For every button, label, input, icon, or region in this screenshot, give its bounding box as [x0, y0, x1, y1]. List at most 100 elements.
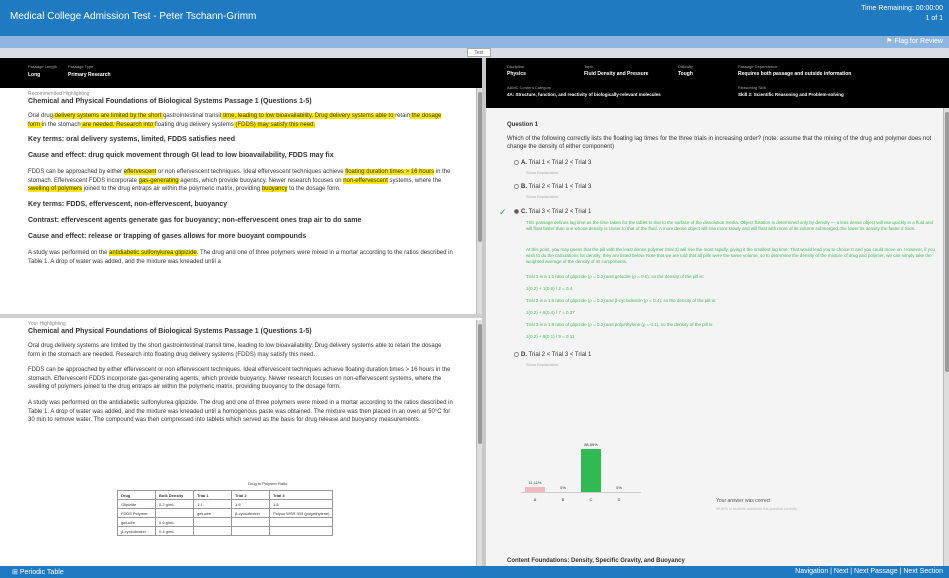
plain-text: FDDS can be approached by either	[28, 169, 124, 176]
highlighted-text: floating duration times > 16 hours	[345, 169, 435, 176]
question-count: 1 of 1	[925, 15, 943, 22]
radio-a[interactable]	[514, 160, 519, 165]
table-cell	[268, 526, 334, 536]
table-header-cell: Trial 2	[231, 490, 270, 500]
option-d[interactable]: D. Trial 2 < Trial 3 < Trial 1	[514, 352, 591, 358]
chart-baseline	[521, 492, 641, 493]
topic-value: Fluid Density and Pressure	[584, 71, 649, 77]
content-foundations: Content Foundations: Density, Specific G…	[507, 558, 685, 564]
flag-for-review-button[interactable]: ⚑ Flag for Review	[886, 37, 943, 45]
result-subtext: 88.89% of students answered this questio…	[716, 507, 797, 511]
answer-bar-label: 88.89%	[584, 442, 598, 448]
table-cell: 0.6 g/mL	[155, 517, 194, 527]
app-title: Medical College Admission Test - Peter T…	[10, 11, 257, 22]
title-bar: Medical College Admission Test - Peter T…	[0, 0, 949, 36]
table-cell: Polyox WSR 303 (polyethylene)	[268, 508, 334, 518]
radio-d[interactable]	[514, 352, 519, 357]
category-label: AAMC Content Category	[507, 85, 552, 90]
table-cell: Glipizide	[117, 499, 156, 509]
cause-effect-1: Cause and effect: drug quick movement th…	[28, 152, 334, 160]
table-cell	[155, 508, 194, 518]
plain-text: to the dosage form.	[287, 186, 341, 193]
highlighted-text: buoyancy	[261, 186, 288, 193]
answer-bar-letter: A	[533, 497, 537, 502]
time-remaining: Time Remaining: 00:00:00	[861, 5, 943, 12]
periodic-table-button[interactable]: ⊞ Periodic Table	[12, 568, 64, 576]
key-terms-2: Key terms: FDDS, effervescent, non-effer…	[28, 200, 228, 208]
explanation-3: Trial 1 is a 1:1 ratio of glipizide (ρ =…	[526, 274, 705, 279]
table-cell	[193, 517, 232, 527]
explanation-2: At this point, you may guess that the pi…	[526, 247, 936, 264]
table-cell: 1:6	[231, 499, 270, 509]
table-cell: 0.2 g/mL	[155, 499, 194, 509]
table-cell: FDDS Polymer	[117, 508, 156, 518]
table-cell	[268, 517, 334, 527]
difficulty-label: Difficulty	[678, 64, 694, 69]
table-cell	[231, 517, 270, 527]
table-header-cell: Trial 3	[268, 490, 334, 500]
navigation-buttons[interactable]: Navigation | Next | Next Passage | Next …	[795, 568, 943, 575]
option-c-text: Trial 3 < Trial 2 < Trial 1	[528, 209, 592, 216]
paragraph-3: A study was performed on the antidiabeti…	[28, 399, 453, 424]
explanation-6: 1(0.2) + 6(0.4) / 7 = 0.37	[526, 310, 575, 315]
question-text: Which of the following correctly lists t…	[507, 136, 932, 150]
option-b-text: Trial 2 < Trial 1 < Trial 3	[528, 184, 592, 191]
highlighted-text: (FDDS) may satisfy this need.	[233, 121, 316, 128]
question-header: Discipline Physics Topic Fluid Density a…	[486, 58, 949, 108]
highlighted-paragraph-3: A study was performed on the antidiabeti…	[28, 249, 454, 266]
flag-label: Flag for Review	[894, 38, 943, 45]
highlighted-text: swelling of polymers	[28, 186, 83, 193]
highlighted-text: gas-generating	[138, 177, 179, 184]
option-a[interactable]: A. Trial 1 < Trial 2 < Trial 3	[514, 160, 591, 166]
table-header-cell: Trial 1	[193, 490, 232, 500]
data-table: Drug Bulk Density Trial 1 Trial 2 Trial 3 Gli…	[117, 490, 334, 536]
table-cell	[231, 526, 270, 536]
explanation-1: This passage defines lag time as the tim…	[526, 220, 933, 231]
option-d-show-explanation[interactable]: Show Explanation	[526, 362, 558, 367]
passage-length-label: Passage Length	[28, 64, 57, 69]
explanation-7: Trial 3 is a 1:8 ratio of glipizide (ρ =…	[526, 322, 714, 327]
answer-distribution-chart: 11.11% A 0% B 88.89% C 0% D	[511, 428, 651, 506]
toolbar: ⚑ Flag for Review	[0, 36, 949, 48]
skill-value: Skill 2: Scientific Reasoning and Proble…	[738, 92, 844, 97]
result-text: Your answer was correct	[716, 498, 771, 504]
question-body: Question 1 Which of the following correc…	[486, 108, 949, 566]
option-d-letter: D.	[521, 352, 527, 359]
option-b-show-explanation[interactable]: Show Explanation	[526, 194, 558, 199]
highlighted-text: effervescent	[123, 169, 157, 176]
table-row: FDDS Polymer gelucire β-cyclodextrin Polyox…	[117, 508, 334, 518]
passage-title: Chemical and Physical Foundations of Bio…	[28, 98, 312, 105]
text-tab[interactable]: Text	[467, 48, 491, 57]
option-b-letter: B.	[521, 184, 527, 191]
plain-text: systems, where the	[387, 177, 442, 184]
option-a-letter: A.	[521, 160, 527, 167]
table-header-cell: Bulk Density	[155, 490, 194, 500]
highlighted-text: delivery systems are limited by the shor…	[53, 113, 164, 119]
question-scrollbar[interactable]	[943, 108, 949, 566]
highlighted-paragraph-1: Oral drug delivery systems are limited b…	[28, 112, 454, 129]
option-a-show-explanation[interactable]: Show Explanation	[526, 170, 558, 175]
periodic-table-label: Periodic Table	[19, 569, 64, 576]
table-cell: 1:1	[193, 499, 232, 509]
plain-text: floating drug delivery systems	[154, 121, 234, 128]
plain-text: joined to the drug entraps air within th…	[82, 186, 262, 193]
answer-bar-c	[581, 449, 601, 492]
question-scroll-thumb[interactable]	[945, 112, 949, 372]
topic-label: Topic	[584, 64, 594, 69]
radio-b[interactable]	[514, 184, 519, 189]
skill-label: Reasoning Skill	[738, 85, 766, 90]
radio-c[interactable]	[514, 209, 519, 214]
passage-length-value: Long	[28, 72, 41, 78]
plain-text: Oral drug	[28, 113, 54, 119]
option-b[interactable]: B. Trial 2 < Trial 1 < Trial 3	[514, 184, 591, 190]
passage-type-label: Passage Type	[68, 64, 94, 69]
option-c[interactable]: C. Trial 3 < Trial 2 < Trial 1	[514, 209, 591, 215]
table-cell: gelucire	[117, 517, 156, 527]
plain-text: or non effervescent techniques. Ideal ef…	[156, 169, 346, 176]
passage-header: Passage Length Long Passage Type Primary…	[0, 58, 482, 88]
table-row: gelucire 0.6 g/mL	[117, 517, 334, 527]
option-a-text: Trial 1 < Trial 2 < Trial 3	[528, 160, 592, 167]
recommended-highlighting-section: Recommended Highlighting Chemical and Ph…	[0, 88, 482, 314]
plain-text: gastrointestinal transit	[163, 113, 222, 119]
table-cell: 0.4 g/mL	[155, 526, 194, 536]
